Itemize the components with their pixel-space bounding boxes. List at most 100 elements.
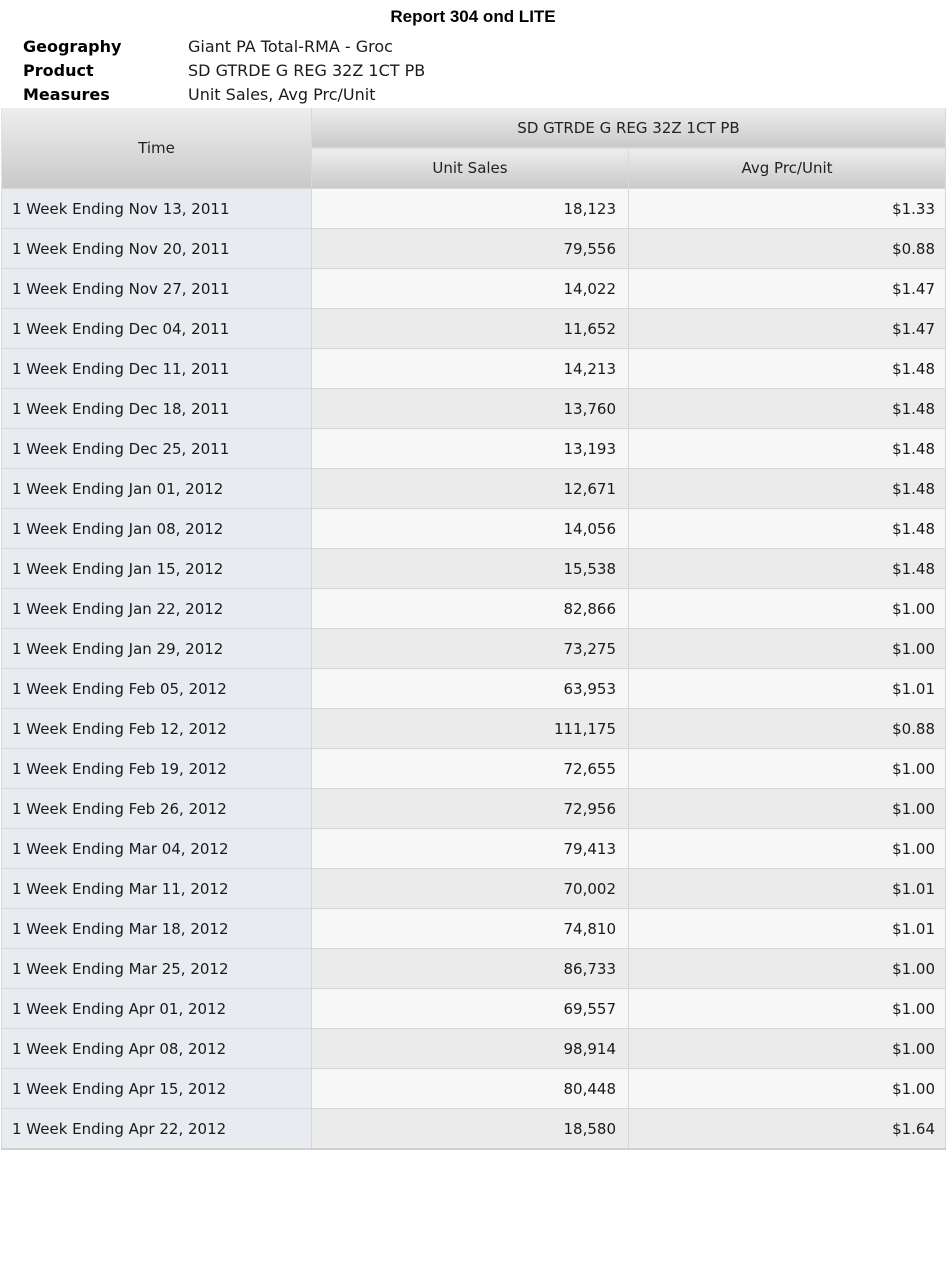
avg-price-cell: $1.48: [627, 548, 946, 589]
unit-sales-cell: 82,866: [311, 588, 629, 629]
avg-price-cell: $1.01: [627, 668, 946, 709]
unit-sales-cell: 14,056: [311, 508, 629, 549]
avg-price-cell: $1.47: [627, 268, 946, 309]
unit-sales-cell: 86,733: [311, 948, 629, 989]
avg-price-cell: $1.01: [627, 908, 946, 949]
time-cell: 1 Week Ending Mar 04, 2012: [1, 828, 312, 869]
time-cell: 1 Week Ending Dec 18, 2011: [1, 388, 312, 429]
avg-price-cell: $1.48: [627, 428, 946, 469]
table-row: 1 Week Ending Apr 08, 2012 98,914 $1.00: [1, 1028, 946, 1069]
avg-price-cell: $1.00: [627, 828, 946, 869]
time-cell: 1 Week Ending Dec 04, 2011: [1, 308, 312, 349]
avg-price-cell: $1.00: [627, 788, 946, 829]
time-cell: 1 Week Ending Mar 11, 2012: [1, 868, 312, 909]
table-row: 1 Week Ending Nov 27, 2011 14,022 $1.47: [1, 268, 946, 309]
avg-price-cell: $1.33: [627, 188, 946, 229]
report-title: Report 304 ond LITE: [390, 7, 556, 26]
meta-geography-row: Geography Giant PA Total-RMA - Groc: [0, 37, 946, 61]
unit-sales-cell: 80,448: [311, 1068, 629, 1109]
time-cell: 1 Week Ending Jan 29, 2012: [1, 628, 312, 669]
unit-sales-cell: 72,655: [311, 748, 629, 789]
geography-label: Geography: [23, 37, 122, 56]
unit-sales-column-header: Unit Sales: [311, 147, 629, 189]
time-cell: 1 Week Ending Feb 26, 2012: [1, 788, 312, 829]
unit-sales-cell: 13,193: [311, 428, 629, 469]
avg-price-cell: $1.64: [627, 1108, 946, 1150]
meta-measures-row: Measures Unit Sales, Avg Prc/Unit: [0, 85, 946, 109]
time-cell: 1 Week Ending Nov 13, 2011: [1, 188, 312, 229]
meta-product-row: Product SD GTRDE G REG 32Z 1CT PB: [0, 61, 946, 85]
table-row: 1 Week Ending Nov 13, 2011 18,123 $1.33: [1, 188, 946, 229]
time-column-header: Time: [1, 108, 312, 189]
table-row: 1 Week Ending Feb 12, 2012 111,175 $0.88: [1, 708, 946, 749]
product-label: Product: [23, 61, 94, 80]
table-row: 1 Week Ending Feb 19, 2012 72,655 $1.00: [1, 748, 946, 789]
table-row: 1 Week Ending Dec 04, 2011 11,652 $1.47: [1, 308, 946, 349]
unit-sales-cell: 111,175: [311, 708, 629, 749]
unit-sales-cell: 11,652: [311, 308, 629, 349]
measures-value: Unit Sales, Avg Prc/Unit: [188, 85, 376, 104]
time-cell: 1 Week Ending Apr 15, 2012: [1, 1068, 312, 1109]
unit-sales-cell: 73,275: [311, 628, 629, 669]
time-cell: 1 Week Ending Feb 12, 2012: [1, 708, 312, 749]
table-row: 1 Week Ending Mar 04, 2012 79,413 $1.00: [1, 828, 946, 869]
table-row: 1 Week Ending Nov 20, 2011 79,556 $0.88: [1, 228, 946, 269]
time-cell: 1 Week Ending Jan 15, 2012: [1, 548, 312, 589]
unit-sales-cell: 12,671: [311, 468, 629, 509]
time-cell: 1 Week Ending Mar 25, 2012: [1, 948, 312, 989]
unit-sales-cell: 14,022: [311, 268, 629, 309]
table-row: 1 Week Ending Jan 22, 2012 82,866 $1.00: [1, 588, 946, 629]
avg-price-cell: $1.00: [627, 748, 946, 789]
table-row: 1 Week Ending Jan 08, 2012 14,056 $1.48: [1, 508, 946, 549]
table-row: 1 Week Ending Dec 18, 2011 13,760 $1.48: [1, 388, 946, 429]
avg-price-cell: $1.48: [627, 468, 946, 509]
unit-sales-cell: 15,538: [311, 548, 629, 589]
avg-price-cell: $1.00: [627, 588, 946, 629]
table-row: 1 Week Ending Jan 01, 2012 12,671 $1.48: [1, 468, 946, 509]
time-cell: 1 Week Ending Apr 01, 2012: [1, 988, 312, 1029]
avg-price-cell: $1.00: [627, 1068, 946, 1109]
time-cell: 1 Week Ending Jan 08, 2012: [1, 508, 312, 549]
table-body: 1 Week Ending Nov 13, 2011 18,123 $1.33 1 W…: [1, 188, 946, 1150]
time-cell: 1 Week Ending Dec 11, 2011: [1, 348, 312, 389]
table-row: 1 Week Ending Dec 25, 2011 13,193 $1.48: [1, 428, 946, 469]
unit-sales-cell: 13,760: [311, 388, 629, 429]
avg-price-cell: $1.00: [627, 988, 946, 1029]
table-row: 1 Week Ending Apr 15, 2012 80,448 $1.00: [1, 1068, 946, 1109]
measures-label: Measures: [23, 85, 110, 104]
time-cell: 1 Week Ending Nov 20, 2011: [1, 228, 312, 269]
table-row: 1 Week Ending Mar 25, 2012 86,733 $1.00: [1, 948, 946, 989]
unit-sales-cell: 18,123: [311, 188, 629, 229]
table-row: 1 Week Ending Apr 22, 2012 18,580 $1.64: [1, 1108, 946, 1150]
table-row: 1 Week Ending Mar 11, 2012 70,002 $1.01: [1, 868, 946, 909]
product-value: SD GTRDE G REG 32Z 1CT PB: [188, 61, 426, 80]
unit-sales-cell: 18,580: [311, 1108, 629, 1150]
unit-sales-cell: 79,556: [311, 228, 629, 269]
time-cell: 1 Week Ending Nov 27, 2011: [1, 268, 312, 309]
avg-price-cell: $1.48: [627, 388, 946, 429]
table-header: Time SD GTRDE G REG 32Z 1CT PB Unit Sale…: [1, 108, 946, 189]
time-cell: 1 Week Ending Apr 08, 2012: [1, 1028, 312, 1069]
table-row: 1 Week Ending Apr 01, 2012 69,557 $1.00: [1, 988, 946, 1029]
avg-price-cell: $1.00: [627, 948, 946, 989]
unit-sales-cell: 72,956: [311, 788, 629, 829]
avg-price-cell: $1.47: [627, 308, 946, 349]
table-row: 1 Week Ending Jan 29, 2012 73,275 $1.00: [1, 628, 946, 669]
avg-price-cell: $1.01: [627, 868, 946, 909]
table-row: 1 Week Ending Feb 26, 2012 72,956 $1.00: [1, 788, 946, 829]
product-group-header: SD GTRDE G REG 32Z 1CT PB: [310, 108, 946, 149]
avg-price-cell: $1.00: [627, 628, 946, 669]
avg-price-cell: $0.88: [627, 228, 946, 269]
time-cell: 1 Week Ending Jan 22, 2012: [1, 588, 312, 629]
unit-sales-cell: 79,413: [311, 828, 629, 869]
avg-price-cell: $0.88: [627, 708, 946, 749]
report-table: Time SD GTRDE G REG 32Z 1CT PB Unit Sale…: [1, 108, 946, 1150]
table-row: 1 Week Ending Mar 18, 2012 74,810 $1.01: [1, 908, 946, 949]
unit-sales-cell: 70,002: [311, 868, 629, 909]
unit-sales-cell: 74,810: [311, 908, 629, 949]
unit-sales-cell: 69,557: [311, 988, 629, 1029]
time-cell: 1 Week Ending Dec 25, 2011: [1, 428, 312, 469]
avg-price-cell: $1.00: [627, 1028, 946, 1069]
time-cell: 1 Week Ending Jan 01, 2012: [1, 468, 312, 509]
unit-sales-cell: 63,953: [311, 668, 629, 709]
